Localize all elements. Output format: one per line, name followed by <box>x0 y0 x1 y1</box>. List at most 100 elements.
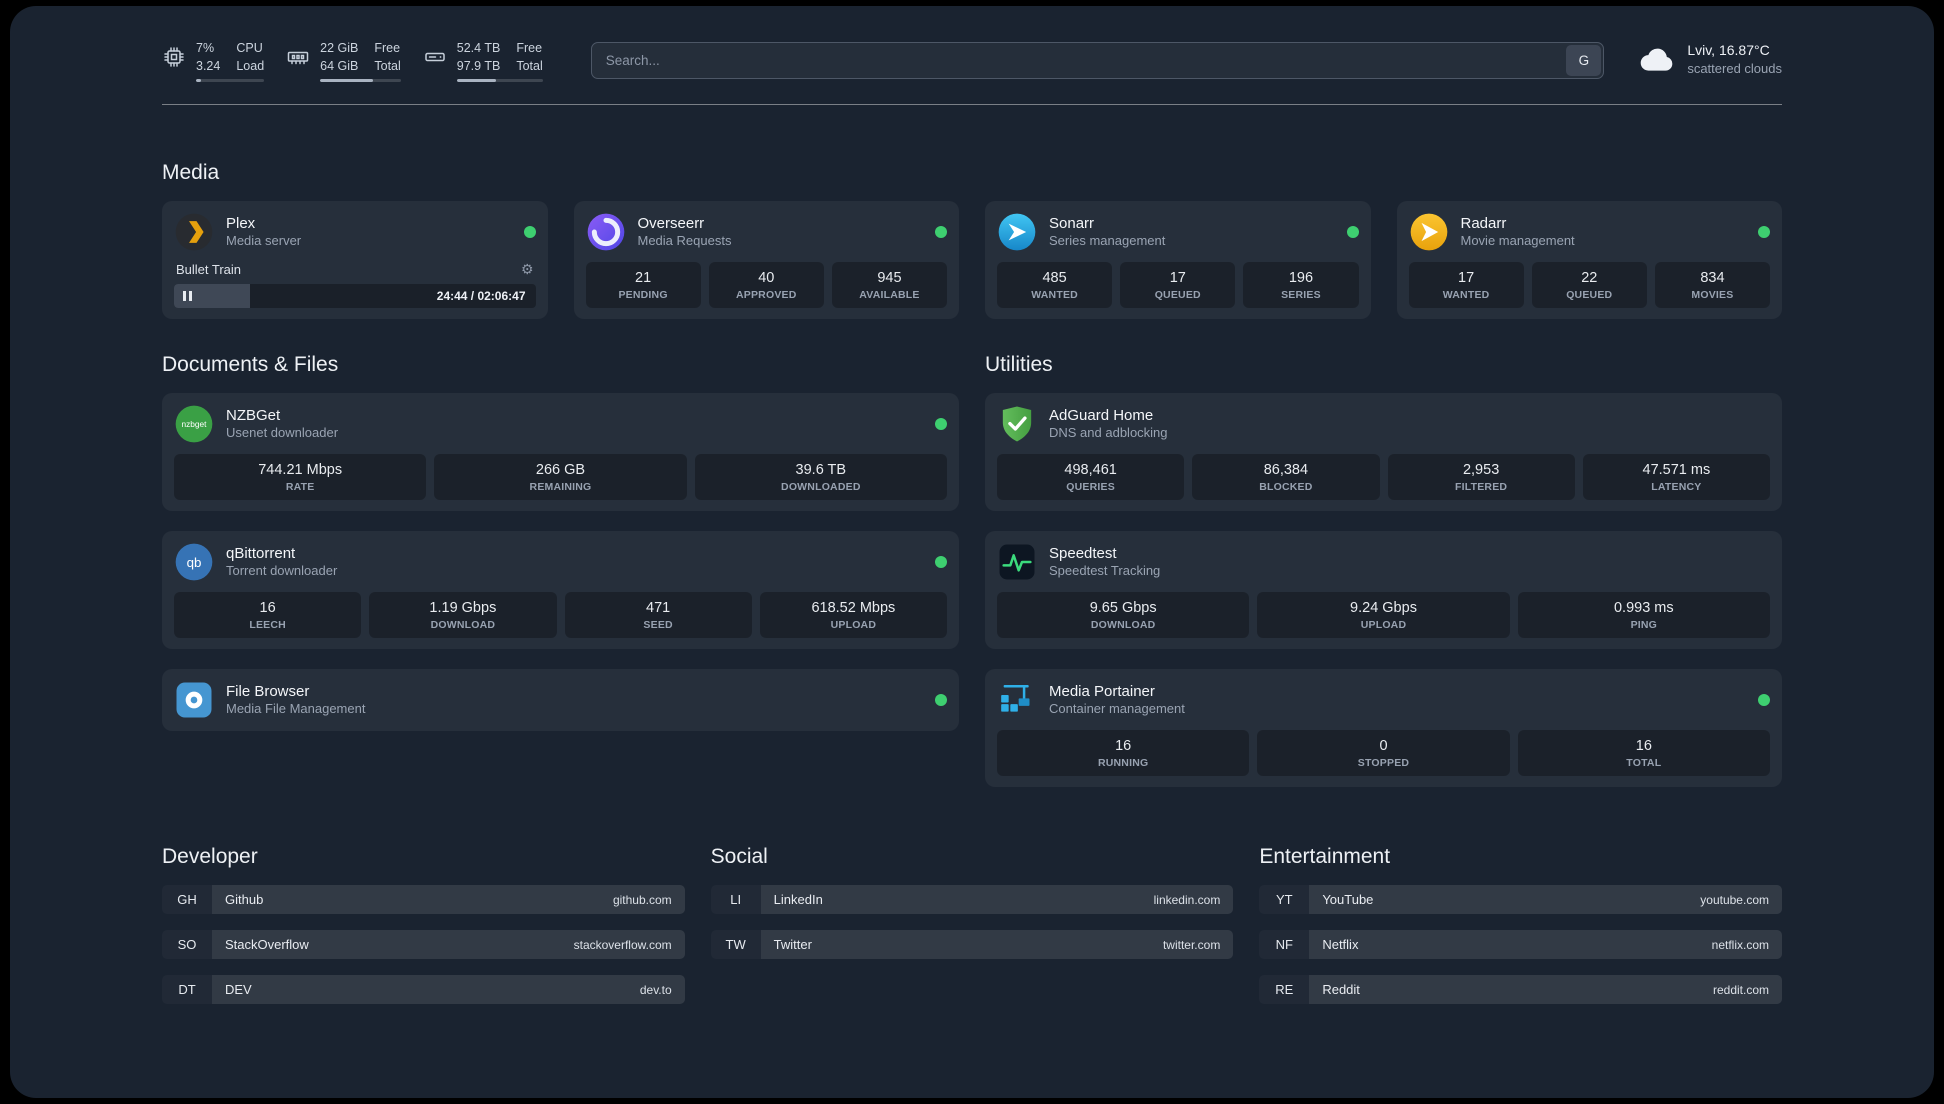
section-title-media: Media <box>162 161 220 184</box>
service-desc: Media server <box>226 233 302 249</box>
section-title-utilities: Utilities <box>985 353 1053 376</box>
stat-upload: 618.52 Mbps UPLOAD <box>759 592 947 638</box>
service-name: NZBGet <box>226 406 281 424</box>
stat-downloaded: 39.6 TB DOWNLOADED <box>694 454 947 500</box>
stat-leech: 16 LEECH <box>174 592 362 638</box>
bookmark-abbr: LI <box>711 885 761 914</box>
bookmark-name: YouTube <box>1322 892 1374 907</box>
gear-icon[interactable]: ⚙ <box>521 262 534 276</box>
memory-total: 64 GiB <box>320 58 359 73</box>
bookmark-domain: linkedin.com <box>1153 892 1221 907</box>
service-qbittorrent[interactable]: qb qBittorrent Torrent downloader <box>174 542 947 582</box>
status-dot <box>523 226 536 238</box>
status-dot <box>935 694 947 706</box>
stat-queries: 498,461 QUERIES <box>997 454 1185 500</box>
bookmark-stackoverflow[interactable]: SO StackOverflow stackoverflow.com <box>162 930 685 959</box>
disk-free-label: Free <box>516 41 543 55</box>
stat-label: LATENCY <box>1651 481 1702 493</box>
search-provider-button[interactable]: G <box>1566 45 1602 76</box>
bookmark-name: Github <box>225 892 264 907</box>
cpu-progress-fill <box>196 79 201 82</box>
bookmark-dev[interactable]: DT DEV dev.to <box>162 975 685 1004</box>
stat-rate: 744.21 Mbps RATE <box>174 454 427 500</box>
radarr-icon <box>1409 212 1449 252</box>
stat-value: 1.19 Gbps <box>429 600 497 616</box>
stat-label: RUNNING <box>1097 757 1149 769</box>
stat-label: FILTERED <box>1455 481 1508 493</box>
stat-value: 22 <box>1581 270 1598 286</box>
bookmark-group-developer: Developer GH Github github.com SO StackO… <box>162 845 685 1020</box>
stat-value: 266 GB <box>535 462 586 478</box>
bookmark-twitter[interactable]: TW Twitter twitter.com <box>711 930 1234 959</box>
service-name: Plex <box>226 214 256 232</box>
search-bar: G <box>590 42 1605 79</box>
pause-icon[interactable] <box>183 291 192 301</box>
cpu-load-value: 3.24 <box>196 58 221 73</box>
stat-value: 17 <box>1458 270 1475 286</box>
service-plex[interactable]: Plex Media server <box>174 212 536 252</box>
stat-value: 196 <box>1288 270 1314 286</box>
playback-time: 24:44 / 02:06:47 <box>436 289 526 303</box>
service-name: qBittorrent <box>226 544 296 562</box>
stat-value: 945 <box>877 270 902 286</box>
memory-free-label: Free <box>374 41 401 55</box>
overseerr-icon <box>586 212 626 252</box>
service-radarr[interactable]: Radarr Movie management <box>1409 212 1770 252</box>
status-dot <box>1758 226 1770 238</box>
disk-values: 52.4 TB 97.9 TB <box>457 40 501 75</box>
portainer-icon <box>997 680 1037 720</box>
service-desc: Container management <box>1049 701 1185 717</box>
stat-label: APPROVED <box>735 289 797 301</box>
memory-icon <box>286 40 310 82</box>
stat-label: DOWNLOAD <box>430 619 496 631</box>
bookmark-netflix[interactable]: NF Netflix netflix.com <box>1259 930 1782 959</box>
service-overseerr[interactable]: Overseerr Media Requests <box>586 212 947 252</box>
service-filebrowser[interactable]: File Browser Media File Management <box>174 680 947 720</box>
memory-progress-fill <box>320 79 374 82</box>
service-adguard[interactable]: AdGuard Home DNS and adblocking <box>997 404 1770 444</box>
stat-label: REMAINING <box>529 481 592 493</box>
bookmark-domain: netflix.com <box>1711 937 1769 952</box>
service-nzbget[interactable]: nzbget NZBGet Usenet downloader <box>174 404 947 444</box>
stat-label: PING <box>1630 619 1658 631</box>
stat-value: 485 <box>1042 270 1067 286</box>
disk-total: 97.9 TB <box>456 58 501 73</box>
memory-total-label: Total <box>374 58 401 73</box>
stat-series: 196 SERIES <box>1243 262 1359 308</box>
stat-value: 9.24 Gbps <box>1350 600 1417 616</box>
service-desc: Media Requests <box>637 233 732 249</box>
bookmark-domain: reddit.com <box>1712 982 1769 997</box>
status-dot <box>935 556 947 568</box>
bookmark-linkedin[interactable]: LI LinkedIn linkedin.com <box>711 885 1234 914</box>
bookmark-abbr: GH <box>162 885 212 914</box>
playback-progress-bar[interactable]: 24:44 / 02:06:47 <box>174 284 536 308</box>
cpu-icon <box>162 40 186 82</box>
filebrowser-icon <box>174 680 214 720</box>
stat-label: SERIES <box>1281 289 1321 301</box>
memory-values: 22 GiB 64 GiB <box>320 40 358 75</box>
card-radarr: Radarr Movie management 17 WANTED 22 QUE… <box>1396 201 1782 319</box>
stat-value: 16 <box>1635 738 1652 754</box>
bookmark-reddit[interactable]: RE Reddit reddit.com <box>1259 975 1782 1004</box>
service-portainer[interactable]: Media Portainer Container management <box>997 680 1770 720</box>
bookmark-abbr: DT <box>162 975 212 1004</box>
stat-seed: 471 SEED <box>564 592 752 638</box>
service-sonarr[interactable]: Sonarr Series management <box>997 212 1359 252</box>
adguard-icon <box>997 404 1037 444</box>
stat-label: UPLOAD <box>1360 619 1407 631</box>
bookmark-youtube[interactable]: YT YouTube youtube.com <box>1259 885 1782 914</box>
stat-value: 471 <box>646 600 671 616</box>
bookmark-domain: youtube.com <box>1700 892 1769 907</box>
stat-value: 9.65 Gbps <box>1089 600 1157 616</box>
section-title-social: Social <box>710 845 768 868</box>
section-media: Media Plex Media server Bullet Train ⚙ 2… <box>10 161 1934 319</box>
section-title-entertainment: Entertainment <box>1259 845 1391 868</box>
search-input[interactable] <box>590 42 1605 79</box>
disk-progress-track <box>456 79 543 82</box>
bookmark-github[interactable]: GH Github github.com <box>162 885 685 914</box>
stat-value: 16 <box>1115 738 1132 754</box>
service-speedtest[interactable]: Speedtest Speedtest Tracking <box>997 542 1770 582</box>
cpu-label: CPU <box>236 41 263 55</box>
resource-memory: 22 GiB 64 GiB Free Total <box>286 40 401 82</box>
stat-latency: 47.571 ms LATENCY <box>1582 454 1770 500</box>
